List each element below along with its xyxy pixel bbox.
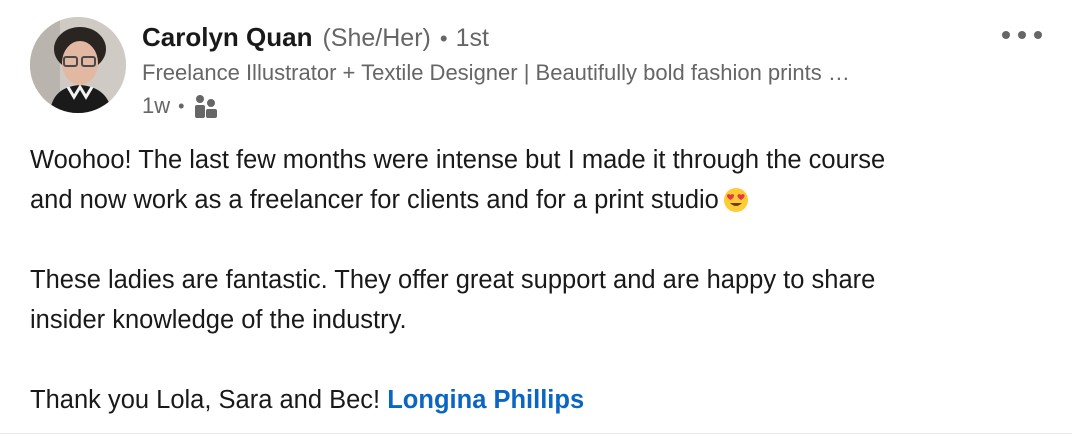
post-meta: 1w • (142, 92, 220, 120)
post-line-text: Thank you Lola, Sara and Bec! (30, 386, 381, 414)
author-pronouns: (She/Her) (322, 24, 431, 52)
post-line: Woohoo! The last few months were intense… (30, 146, 886, 174)
author-name-row: Carolyn Quan (She/Her) • 1st (142, 22, 489, 56)
feed-post: Carolyn Quan (She/Her) • 1st Freelance I… (0, 0, 1072, 436)
ellipsis-dot (1034, 31, 1042, 39)
post-line: insider knowledge of the industry. (30, 306, 407, 334)
author-headline[interactable]: Freelance Illustrator + Textile Designer… (142, 60, 962, 86)
divider (0, 433, 1072, 434)
post-time[interactable]: 1w (142, 93, 170, 119)
ellipsis-icon (1002, 31, 1010, 39)
post-body: Woohoo! The last few months were intense… (30, 140, 1040, 420)
avatar-photo (30, 17, 126, 113)
author-avatar[interactable] (30, 17, 126, 113)
mention-link[interactable]: Longina Phillips (387, 386, 584, 414)
post-line: These ladies are fantastic. They offer g… (30, 266, 876, 294)
post-line-text: and now work as a freelancer for clients… (30, 186, 719, 214)
connection-degree: 1st (455, 24, 489, 52)
more-options-button[interactable] (996, 22, 1048, 48)
heart-eyes-emoji-icon (723, 185, 749, 212)
post-line: Thank you Lola, Sara and Bec! Longina Ph… (30, 380, 1040, 420)
separator-dot: • (439, 26, 448, 51)
ellipsis-dot (1018, 31, 1026, 39)
post-line: and now work as a freelancer for clients… (30, 180, 1040, 220)
connections-audience-icon (192, 92, 220, 120)
separator-dot: • (178, 95, 185, 116)
author-name[interactable]: Carolyn Quan (142, 22, 312, 53)
